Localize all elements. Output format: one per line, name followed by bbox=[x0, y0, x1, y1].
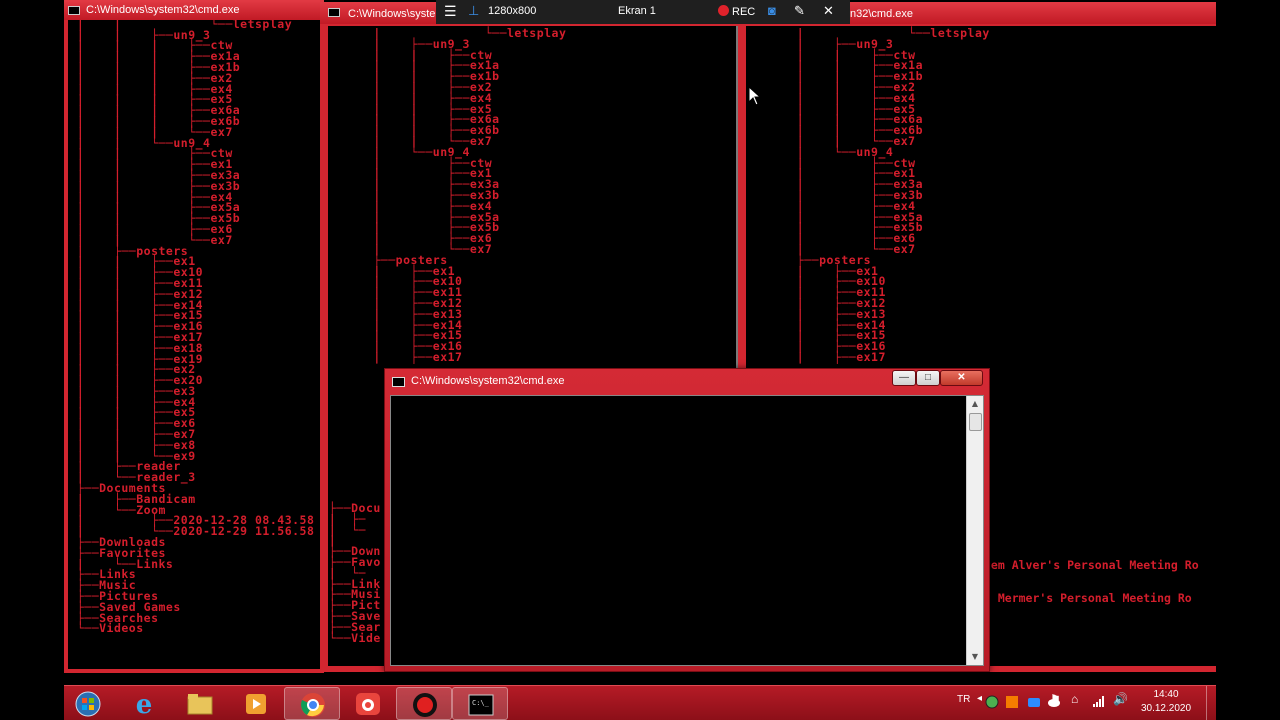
tray-app-icon[interactable] bbox=[1005, 695, 1019, 709]
screen-label[interactable]: Ekran 1 bbox=[618, 5, 656, 17]
overflow-text: tem Alver's Personal Meeting Ro u Mermer… bbox=[984, 538, 1199, 626]
scroll-thumb[interactable] bbox=[969, 413, 982, 431]
media-player-icon bbox=[246, 694, 266, 714]
recorder-taskbar-button[interactable] bbox=[396, 687, 452, 720]
minimize-button[interactable]: — bbox=[892, 370, 916, 386]
directory-tree: | └──letsplay | ├──un9_3 | | ├──ctw | | … bbox=[796, 26, 990, 364]
desktop: C:\Windows\system32\cmd.exe | | └──ex8 |… bbox=[0, 0, 1280, 720]
window-title: C:\Windows\system32\cmd.exe bbox=[411, 375, 565, 387]
svg-text:C:\_: C:\_ bbox=[472, 699, 490, 707]
clock[interactable]: 14:40 30.12.2020 bbox=[1126, 688, 1206, 716]
taskbar: e C:\_ TR ◂ ⚑ ⌂ 🔊 14:40 30.12.2020 bbox=[64, 685, 1216, 720]
chrome-icon bbox=[301, 693, 325, 717]
record-icon bbox=[413, 693, 437, 717]
scroll-up-arrow-icon[interactable]: ▲ bbox=[967, 396, 983, 412]
tray-chevron-icon[interactable]: ◂ bbox=[977, 693, 982, 704]
cmd-icon bbox=[68, 6, 80, 15]
windows-explorer-taskbar-button[interactable] bbox=[172, 687, 228, 720]
camera-icon[interactable]: ◙ bbox=[768, 3, 776, 18]
cmd-window-front[interactable]: C:\Windows\system32\cmd.exe — □ ✕ ▲ ▼ bbox=[384, 368, 990, 672]
menu-icon[interactable]: ☰ bbox=[444, 3, 457, 20]
tray-status-icon[interactable] bbox=[985, 695, 999, 709]
media-player-taskbar-button[interactable] bbox=[228, 687, 284, 720]
overflow-line: tem Alver's Personal Meeting Ro bbox=[984, 558, 1199, 572]
usb-device-icon[interactable]: ⌂ bbox=[1071, 692, 1078, 706]
window-title: C:\Windows\system32\cmd.exe bbox=[86, 4, 240, 16]
bandicam-taskbar-button[interactable] bbox=[340, 687, 396, 720]
language-indicator[interactable]: TR bbox=[957, 694, 970, 705]
cmd-window-left[interactable]: C:\Windows\system32\cmd.exe | | └──ex8 |… bbox=[64, 0, 324, 673]
letterbox-right bbox=[1216, 0, 1280, 720]
folder-icon bbox=[187, 694, 213, 715]
overflow-line: u Mermer's Personal Meeting Ro bbox=[984, 591, 1192, 605]
console-output[interactable]: | | └──ex8 | | └──letsplay | | ├──un9_3 … bbox=[68, 20, 324, 669]
clock-time: 14:40 bbox=[1153, 689, 1179, 700]
close-button[interactable]: ✕ bbox=[940, 370, 983, 386]
tray-meeting-icon[interactable] bbox=[1027, 695, 1041, 709]
resolution-label: 1280x800 bbox=[488, 5, 537, 17]
title-bar[interactable]: C:\Windows\system32\cmd.exe bbox=[64, 0, 324, 20]
pencil-icon[interactable]: ✎ bbox=[794, 3, 805, 19]
directory-tree: | | └──ex8 | | └──letsplay | | ├──un9_3 … bbox=[76, 20, 324, 636]
mouse-cursor-icon bbox=[748, 86, 762, 106]
rec-button[interactable]: REC bbox=[718, 5, 755, 18]
rec-label: REC bbox=[732, 6, 756, 18]
close-icon[interactable]: ✕ bbox=[823, 3, 834, 19]
cmd-icon bbox=[328, 8, 340, 17]
cmd-icon bbox=[392, 377, 405, 387]
windows-logo-icon bbox=[75, 691, 101, 717]
vertical-scrollbar[interactable]: ▲ ▼ bbox=[966, 396, 983, 665]
letterbox-left bbox=[0, 0, 64, 720]
chrome-taskbar-button[interactable] bbox=[284, 687, 340, 720]
window-title: n32\cmd.exe bbox=[850, 8, 913, 20]
cmd-taskbar-button[interactable]: C:\_ bbox=[452, 687, 508, 720]
console-output[interactable]: ▲ ▼ bbox=[390, 395, 984, 666]
action-center-flag-icon[interactable]: ⚑ bbox=[1050, 692, 1061, 706]
pin-icon[interactable]: ⊥ bbox=[468, 3, 479, 19]
internet-explorer-icon: e bbox=[136, 691, 153, 717]
clock-date: 30.12.2020 bbox=[1140, 703, 1192, 714]
cmd-icon: C:\_ bbox=[468, 694, 494, 716]
scroll-down-arrow-icon[interactable]: ▼ bbox=[967, 649, 983, 665]
record-icon bbox=[718, 5, 729, 16]
maximize-button[interactable]: □ bbox=[916, 370, 940, 386]
internet-explorer-taskbar-button[interactable]: e bbox=[116, 687, 172, 720]
recorder-toolbar: ☰ ⊥ 1280x800 Ekran 1 REC ◙ ✎ ✕ bbox=[436, 0, 850, 24]
svg-text:e: e bbox=[136, 691, 153, 717]
bandicam-icon bbox=[356, 693, 380, 715]
start-button[interactable] bbox=[64, 687, 114, 720]
network-signal-icon[interactable] bbox=[1092, 696, 1106, 708]
